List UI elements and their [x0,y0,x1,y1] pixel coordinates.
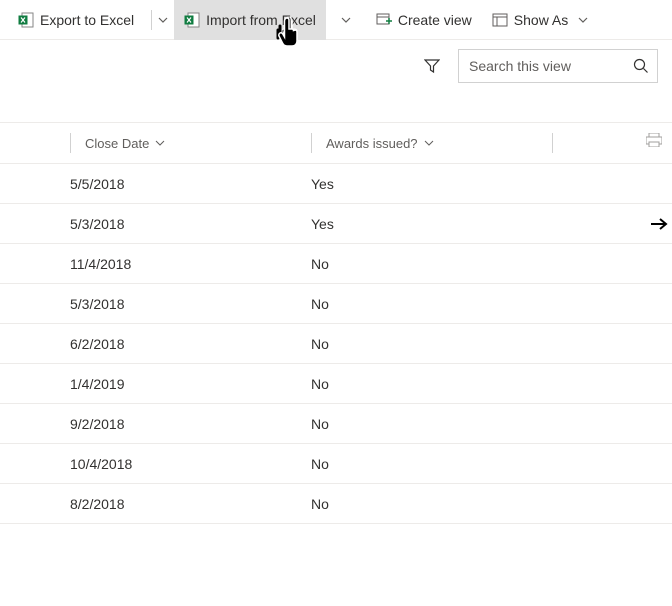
table-row[interactable]: 5/3/2018Yes [0,204,672,244]
show-as-label: Show As [514,12,568,28]
import-dropdown[interactable] [326,0,366,40]
cell-close-date: 5/3/2018 [0,216,311,232]
cell-awards-issued: No [311,256,672,272]
excel-icon [184,12,200,28]
cell-awards-issued: No [311,416,672,432]
table-row[interactable]: 5/3/2018No [0,284,672,324]
search-row [0,40,672,92]
search-icon[interactable] [633,58,649,74]
export-excel-button[interactable]: Export to Excel [8,0,144,40]
cell-awards-issued: No [311,456,672,472]
cell-close-date: 1/4/2019 [0,376,311,392]
cell-close-date: 5/3/2018 [0,296,311,312]
cell-awards-issued: No [311,496,672,512]
show-as-button[interactable]: Show As [482,0,598,40]
table-row[interactable]: 11/4/2018No [0,244,672,284]
search-box[interactable] [458,49,658,83]
column-awards-issued[interactable]: Awards issued? [311,133,552,153]
chevron-down-icon [578,17,588,23]
cell-close-date: 11/4/2018 [0,256,311,272]
arrow-right-icon[interactable] [650,217,668,231]
table-row[interactable]: 10/4/2018No [0,444,672,484]
chevron-down-icon [158,17,168,23]
table-row[interactable]: 5/5/2018Yes [0,164,672,204]
cell-awards-issued: Yes [311,216,672,232]
filter-button[interactable] [424,58,440,74]
export-excel-label: Export to Excel [40,12,134,28]
cell-awards-issued: Yes [311,176,672,192]
cell-close-date: 8/2/2018 [0,496,311,512]
column-label: Awards issued? [326,136,418,151]
grid-body: 5/5/2018Yes5/3/2018Yes11/4/2018No5/3/201… [0,164,672,524]
chevron-down-icon [341,17,351,23]
cell-close-date: 6/2/2018 [0,336,311,352]
create-view-label: Create view [398,12,472,28]
chevron-down-icon [424,140,434,146]
table-row[interactable]: 6/2/2018No [0,324,672,364]
table-row[interactable]: 1/4/2019No [0,364,672,404]
export-dropdown[interactable] [144,0,174,40]
cell-awards-issued: No [311,376,672,392]
import-excel-button[interactable]: Import from Excel [174,0,326,40]
column-label: Close Date [85,136,149,151]
grid-header: Close Date Awards issued? [0,122,672,164]
cell-close-date: 5/5/2018 [0,176,311,192]
table-row[interactable]: 9/2/2018No [0,404,672,444]
command-bar: Export to Excel Import from Excel Create… [0,0,672,40]
chevron-down-icon [155,140,165,146]
cell-close-date: 10/4/2018 [0,456,311,472]
print-icon[interactable] [646,133,662,153]
create-view-icon [376,12,392,28]
cell-awards-issued: No [311,296,672,312]
table-row[interactable]: 8/2/2018No [0,484,672,524]
import-excel-label: Import from Excel [206,12,316,28]
cell-close-date: 9/2/2018 [0,416,311,432]
excel-icon [18,12,34,28]
cell-awards-issued: No [311,336,672,352]
show-as-icon [492,12,508,28]
create-view-button[interactable]: Create view [366,0,482,40]
column-close-date[interactable]: Close Date [70,133,311,153]
